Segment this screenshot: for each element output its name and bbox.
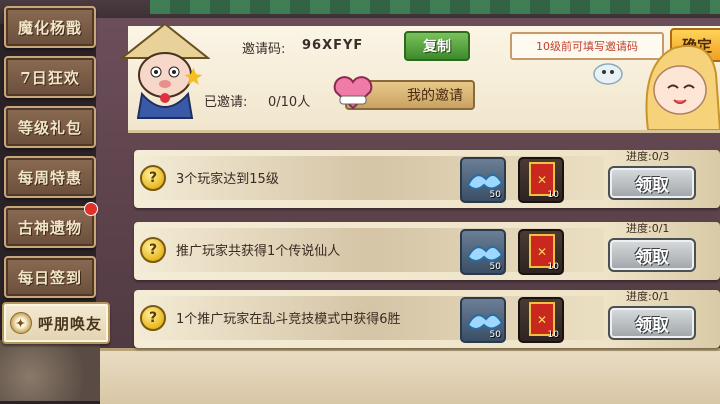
task-row: ? 1个推广玩家在乱斗竞技模式中获得6胜 50 ✕ 10 进度:0/1 领取 — [134, 290, 720, 348]
question-icon[interactable]: ? — [140, 165, 166, 191]
task-description: 推广玩家共获得1个传说仙人 — [176, 244, 341, 259]
svg-text:✕: ✕ — [537, 245, 547, 259]
task-row: ? 3个玩家达到15级 50 ✕ 10 进度:0/3 领取 — [134, 150, 720, 208]
task-progress: 进度:0/1 — [626, 290, 670, 303]
claim-button[interactable]: 领取 — [608, 306, 696, 340]
reward-count: 10 — [547, 262, 559, 272]
crystal-reward-icon[interactable]: 50 — [460, 229, 506, 275]
sidebar-item-signin[interactable]: 每日签到 — [4, 256, 96, 298]
crystal-reward-icon[interactable]: 50 — [460, 157, 506, 203]
sidebar-item-event[interactable]: 魔化杨戬 — [4, 6, 96, 48]
character-art-icon — [593, 44, 720, 130]
invite-code-value: 96XFYF — [302, 38, 364, 53]
heart-handshake-icon — [333, 76, 373, 110]
claim-button[interactable]: 领取 — [608, 166, 696, 200]
svg-text:✕: ✕ — [537, 173, 547, 187]
reward-count: 10 — [547, 330, 559, 340]
question-icon[interactable]: ? — [140, 305, 166, 331]
sidebar-item-label: 魔化杨戬 — [17, 18, 82, 37]
sidebar: 魔化杨戬 7日狂欢 等级礼包 每周特惠 古神遗物 每日签到 ✦ 呼朋唤友 — [0, 0, 110, 350]
invited-count: 0/10人 — [268, 95, 311, 110]
sidebar-item-7day[interactable]: 7日狂欢 — [4, 56, 96, 98]
sidebar-item-label: 每周特惠 — [17, 168, 82, 187]
task-progress: 进度:0/3 — [626, 150, 670, 163]
sidebar-item-weekly[interactable]: 每周特惠 — [4, 156, 96, 198]
scroll-reward-icon[interactable]: ✕ 10 — [518, 229, 564, 275]
scroll-reward-icon[interactable]: ✕ 10 — [518, 297, 564, 343]
reward-count: 50 — [489, 262, 501, 272]
reward-count: 10 — [547, 190, 559, 200]
task-row: ? 推广玩家共获得1个传说仙人 50 ✕ 10 进度:0/1 领取 — [134, 222, 720, 280]
my-invites-label: 我的邀请 — [407, 88, 463, 104]
sidebar-item-relics[interactable]: 古神遗物 — [4, 206, 96, 248]
sidebar-item-label: 呼朋唤友 — [37, 314, 102, 333]
invited-label: 已邀请: — [204, 95, 248, 110]
sidebar-item-level-pack[interactable]: 等级礼包 — [4, 106, 96, 148]
sidebar-item-label: 7日狂欢 — [20, 68, 80, 87]
notification-dot — [84, 202, 98, 216]
task-progress: 进度:0/1 — [626, 222, 670, 235]
task-description: 1个推广玩家在乱斗竞技模式中获得6胜 — [176, 312, 401, 327]
svg-text:✕: ✕ — [537, 313, 547, 327]
swirl-icon: ✦ — [9, 312, 32, 334]
scroll-reward-icon[interactable]: ✕ 10 — [518, 157, 564, 203]
mascot-character-icon — [120, 22, 210, 119]
sidebar-item-label: 等级礼包 — [17, 118, 82, 137]
task-description: 3个玩家达到15级 — [176, 172, 279, 187]
question-icon[interactable]: ? — [140, 237, 166, 263]
sidebar-item-label: 每日签到 — [17, 268, 82, 287]
sidebar-item-invite-friends[interactable]: ✦ 呼朋唤友 — [2, 302, 110, 344]
reward-count: 50 — [489, 190, 501, 200]
claim-button[interactable]: 领取 — [608, 238, 696, 272]
invite-code-label: 邀请码: — [242, 42, 286, 57]
crystal-reward-icon[interactable]: 50 — [460, 297, 506, 343]
reward-count: 50 — [489, 330, 501, 340]
sidebar-item-label: 古神遗物 — [17, 218, 82, 237]
decorative-bunting — [150, 0, 720, 14]
copy-button[interactable]: 复制 — [404, 31, 470, 61]
decorative-scroll — [100, 348, 720, 404]
